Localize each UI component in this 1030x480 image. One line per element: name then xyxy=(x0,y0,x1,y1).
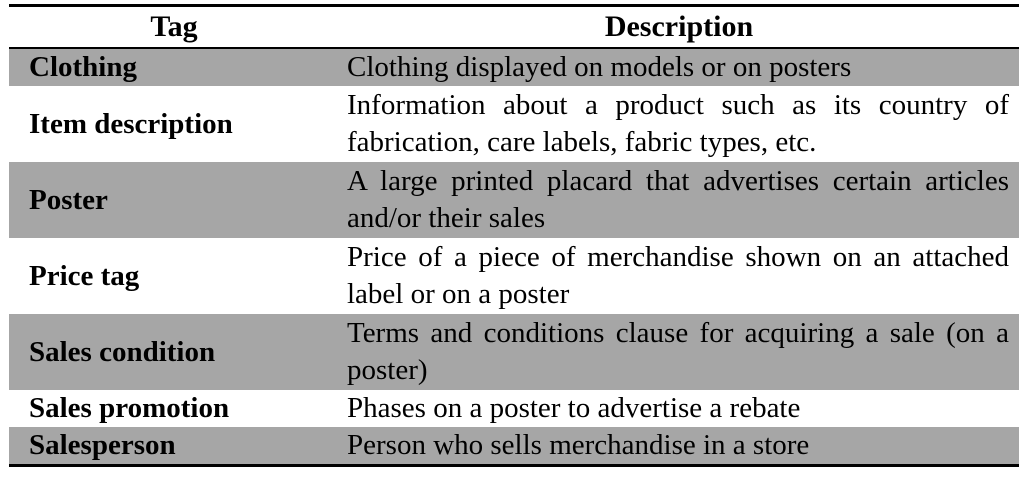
description-cell: Clothing displayed on models or on poste… xyxy=(339,48,1019,86)
description-cell: Person who sells merchandise in a store xyxy=(339,427,1019,467)
tag-cell: Item description xyxy=(29,107,233,140)
tag-cell: Poster xyxy=(9,162,339,238)
tag-cell: Sales promotion xyxy=(29,392,230,424)
table-body: Clothing Clothing displayed on models or… xyxy=(9,48,1019,467)
description-cell: Price of a piece of merchandise shown on… xyxy=(347,241,1009,310)
tag-cell: Price tag xyxy=(29,259,140,292)
tag-cell: Clothing xyxy=(9,48,339,86)
tag-cell: Salesperson xyxy=(9,427,339,467)
table-header: Tag Description xyxy=(9,4,1019,49)
description-cell: A large printed placard that advertises … xyxy=(339,162,1019,238)
description-cell: Terms and conditions clause for acquirin… xyxy=(339,314,1019,390)
table-row: Price tag Price of a piece of merchandis… xyxy=(9,238,1019,314)
table-row: Clothing Clothing displayed on models or… xyxy=(9,48,1019,86)
header-row: Tag Description xyxy=(9,4,1019,49)
table-row: Item description Information about a pro… xyxy=(9,86,1019,162)
table-row: Salesperson Person who sells merchandise… xyxy=(9,427,1019,467)
description-cell: Phases on a poster to advertise a rebate xyxy=(347,392,801,424)
header-description: Description xyxy=(339,4,1019,49)
table-row: Poster A large printed placard that adve… xyxy=(9,162,1019,238)
table-row: Sales condition Terms and conditions cla… xyxy=(9,314,1019,390)
tag-description-table-container: Tag Description Clothing Clothing displa… xyxy=(9,4,1019,467)
tag-description-table: Tag Description Clothing Clothing displa… xyxy=(9,4,1019,467)
table-row: Sales promotion Phases on a poster to ad… xyxy=(9,390,1019,427)
tag-cell: Sales condition xyxy=(9,314,339,390)
header-tag: Tag xyxy=(9,4,339,49)
description-cell: Information about a product such as its … xyxy=(347,89,1009,158)
